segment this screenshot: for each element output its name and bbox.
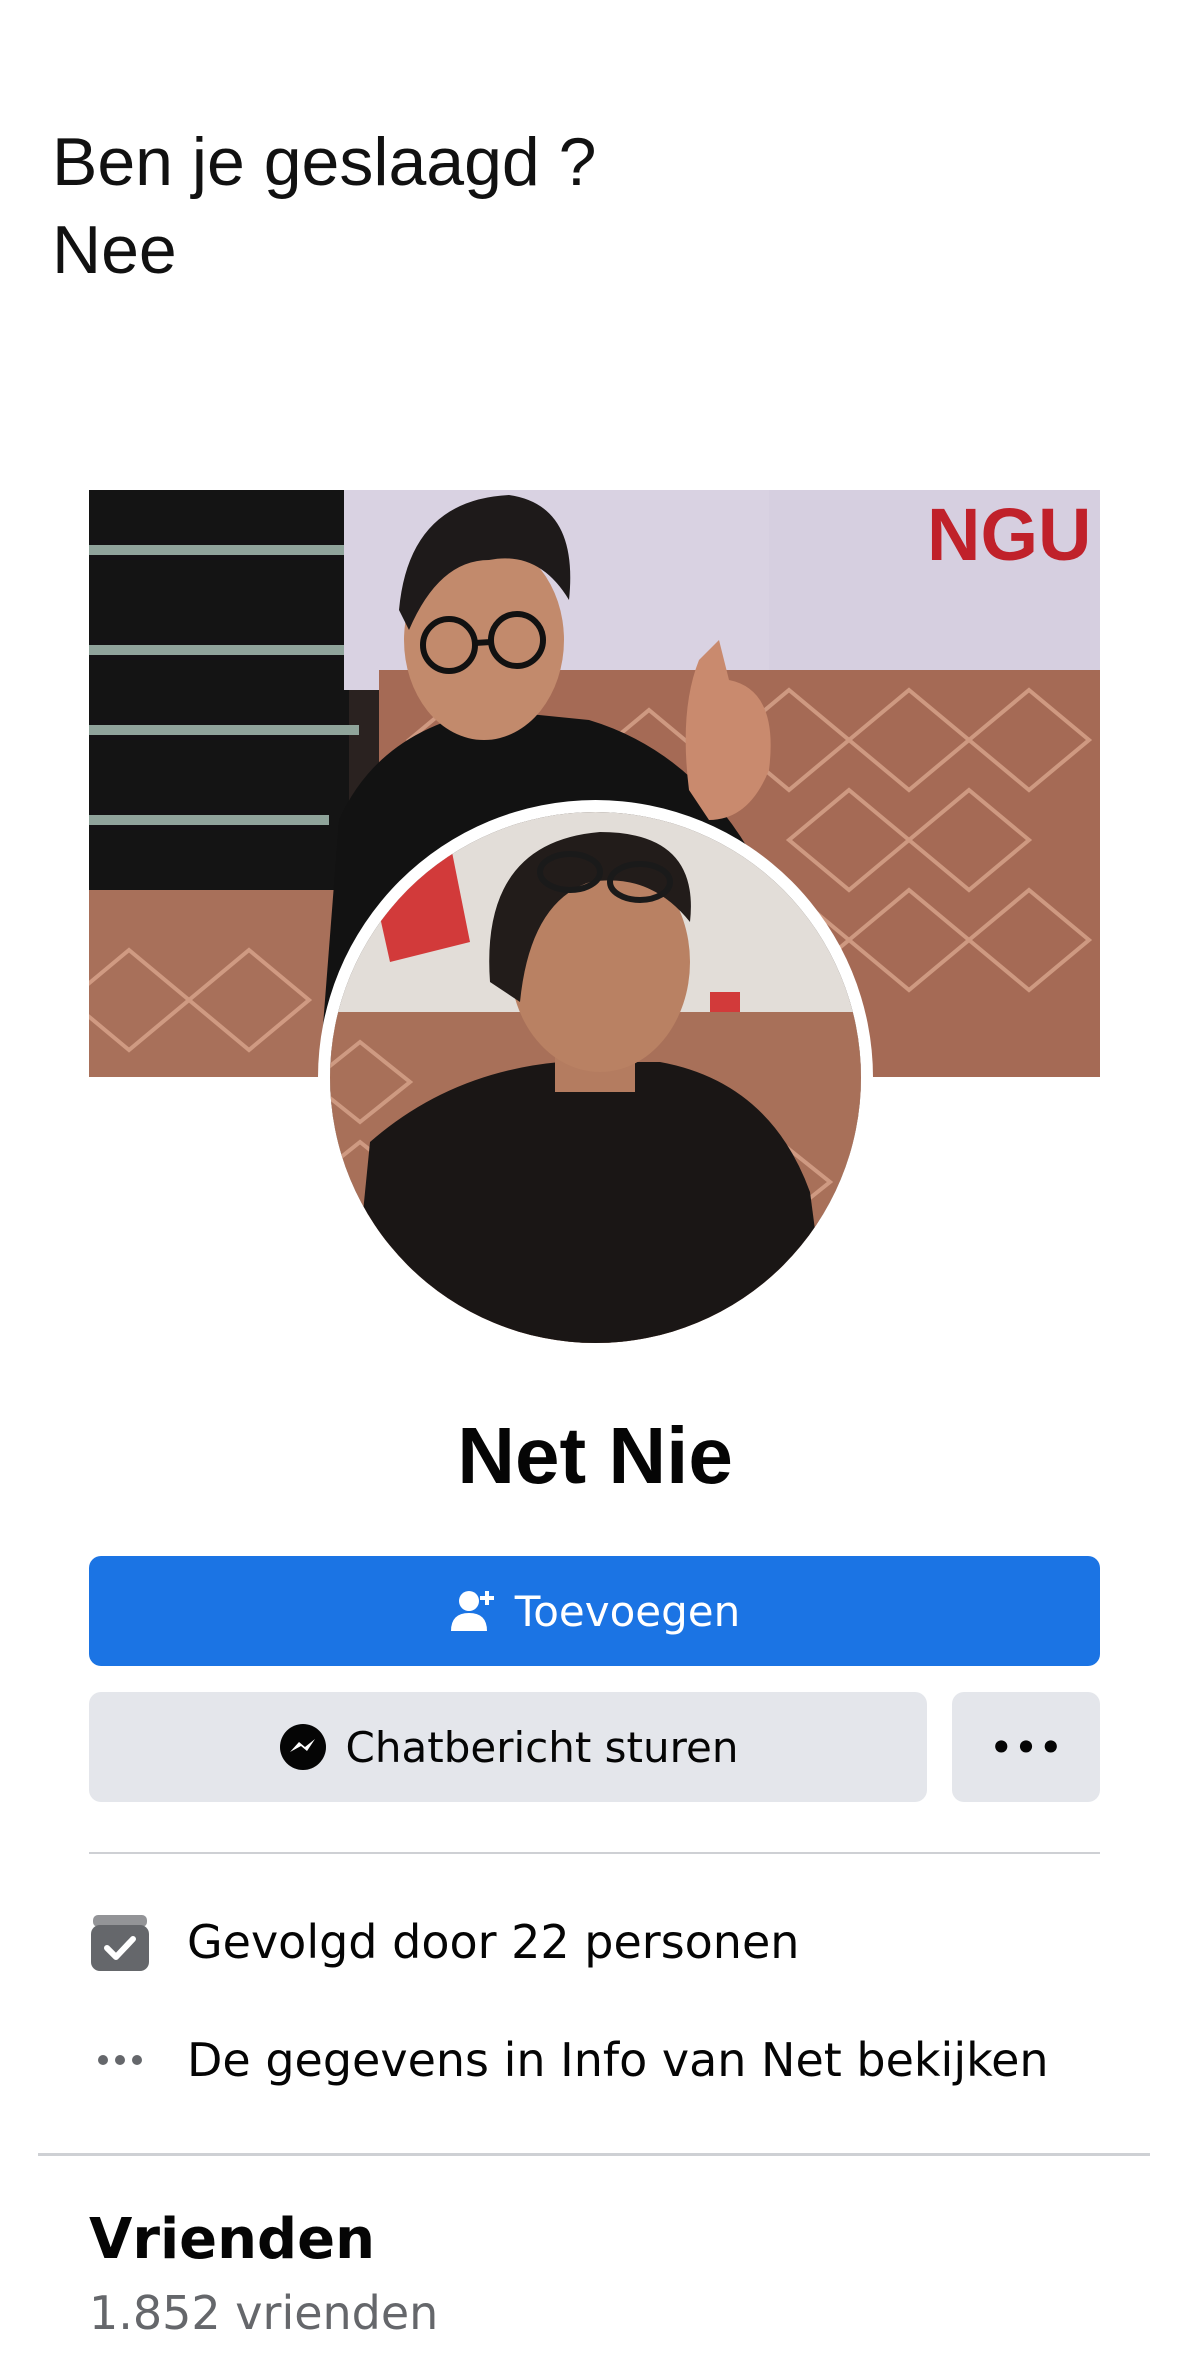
friends-heading[interactable]: Vrienden	[89, 2205, 375, 2275]
divider	[89, 1852, 1100, 1854]
info-dots-icon	[89, 2029, 151, 2091]
about-info-row[interactable]: De gegevens in Info van Net bekijken	[89, 2025, 1139, 2095]
section-divider	[38, 2153, 1150, 2156]
followed-badge-icon	[89, 1911, 151, 1973]
add-friend-button[interactable]: Toevoegen	[89, 1556, 1100, 1666]
add-friend-icon	[449, 1587, 497, 1635]
friends-count: 1.852 vrienden	[89, 2286, 439, 2340]
profile-picture-image	[330, 812, 861, 1343]
followed-by-row[interactable]: Gevolgd door 22 personen	[89, 1907, 1139, 1977]
send-message-button[interactable]: Chatbericht sturen	[89, 1692, 927, 1802]
caption-question: Ben je geslaagd ?	[52, 124, 597, 200]
send-message-label: Chatbericht sturen	[345, 1722, 739, 1772]
more-dots-icon: •••	[988, 1722, 1064, 1772]
add-friend-label: Toevoegen	[514, 1586, 741, 1636]
messenger-icon	[278, 1722, 328, 1772]
profile-picture[interactable]	[318, 800, 873, 1355]
meme-caption: Ben je geslaagd ? Nee	[52, 118, 596, 294]
more-options-button[interactable]: •••	[952, 1692, 1100, 1802]
caption-answer: Nee	[52, 212, 177, 288]
profile-name: Net Nie	[457, 1411, 733, 1500]
about-info-text: De gegevens in Info van Net bekijken	[187, 2033, 1049, 2087]
followed-by-text: Gevolgd door 22 personen	[187, 1915, 800, 1969]
cover-wall-text: NGU	[927, 493, 1091, 576]
